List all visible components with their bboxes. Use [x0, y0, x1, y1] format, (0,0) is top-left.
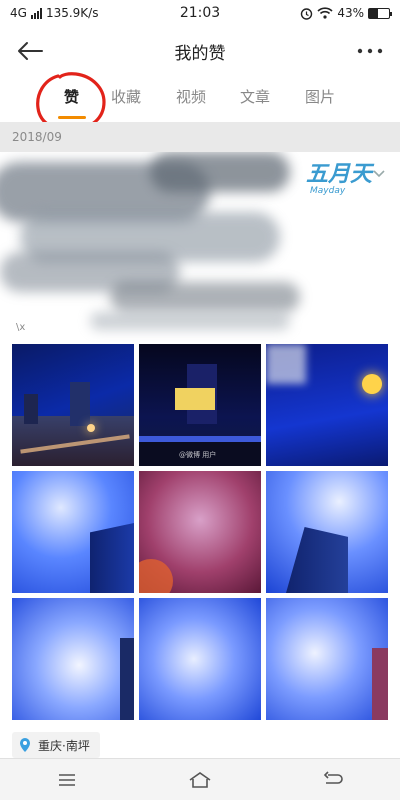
- wifi-icon: [317, 7, 333, 19]
- location-label: 重庆·南坪: [38, 738, 90, 753]
- tab-articles[interactable]: 文章: [240, 86, 270, 107]
- blur-smear: [90, 312, 290, 330]
- battery-icon: [368, 7, 392, 19]
- photo-watermark: @微博 用户: [179, 451, 217, 459]
- signal-icon: [30, 7, 42, 19]
- photo-thumbnail[interactable]: [266, 471, 388, 593]
- network-speed: 135.9K/s: [45, 6, 99, 20]
- back-button[interactable]: [12, 34, 48, 68]
- system-nav-bar: [0, 758, 400, 800]
- alarm-icon: [301, 7, 313, 20]
- tab-likes[interactable]: 赞: [64, 86, 79, 107]
- mayday-sticker: 五月天 Mayday: [306, 162, 372, 206]
- caption-mark: \x: [16, 322, 26, 333]
- home-icon: [189, 771, 211, 788]
- back-system-button[interactable]: [313, 765, 353, 795]
- page-title: 我的赞: [174, 43, 226, 64]
- status-bar: 4G 135.9K/s 21:03 43%: [0, 0, 400, 26]
- menu-icon: [58, 773, 75, 786]
- blur-smear: [150, 152, 290, 192]
- return-icon: [324, 770, 344, 784]
- photo-thumbnail[interactable]: [266, 344, 388, 466]
- chevron-down-icon[interactable]: [372, 166, 386, 180]
- sticker-title: 五月天: [306, 161, 373, 187]
- arrow-left-icon: [18, 42, 43, 60]
- date-label: 2018/09: [12, 130, 62, 144]
- photo-thumbnail[interactable]: [12, 471, 134, 593]
- blur-smear: [110, 282, 300, 312]
- photo-thumbnail[interactable]: @微博 用户: [139, 344, 261, 466]
- photo-thumbnail[interactable]: [12, 344, 134, 466]
- more-dots-icon: [357, 48, 383, 54]
- photo-thumbnail[interactable]: [139, 471, 261, 593]
- network-label: 4G: [10, 6, 27, 20]
- menu-button[interactable]: [47, 765, 87, 795]
- tab-videos[interactable]: 视频: [176, 86, 206, 107]
- tab-images[interactable]: 图片: [305, 86, 335, 107]
- tab-favorites[interactable]: 收藏: [111, 86, 141, 107]
- photo-thumbnail[interactable]: [139, 598, 261, 720]
- location-tag[interactable]: 重庆·南坪: [12, 732, 100, 758]
- home-button[interactable]: [180, 765, 220, 795]
- photo-thumbnail[interactable]: [266, 598, 388, 720]
- tab-bar: 赞 收藏 视频 文章 图片: [0, 76, 400, 122]
- location-pin-icon: [20, 738, 30, 752]
- more-button[interactable]: [350, 34, 390, 68]
- photo-thumbnail[interactable]: [12, 598, 134, 720]
- photo-grid: @微博 用户: [12, 344, 388, 720]
- app-header: 我的赞: [0, 26, 400, 76]
- sticker-subtitle: Mayday: [310, 186, 346, 196]
- date-group-header: 2018/09: [0, 122, 400, 152]
- battery-percent: 43%: [337, 6, 364, 20]
- active-tab-indicator: [58, 116, 86, 119]
- post-header[interactable]: 五月天 Mayday \x: [0, 152, 400, 342]
